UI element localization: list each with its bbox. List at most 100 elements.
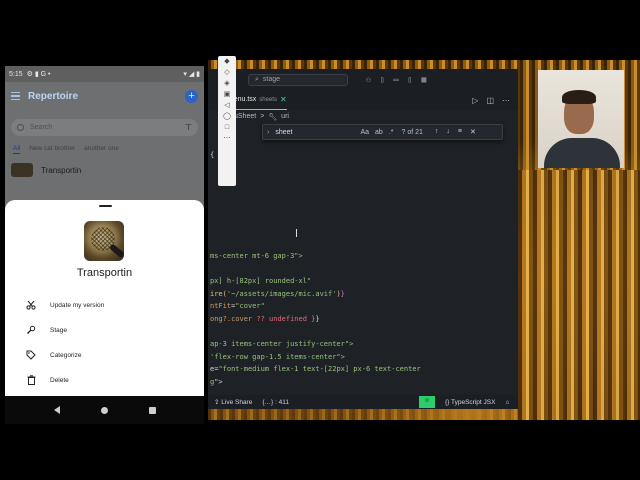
code-token: ntFit (210, 302, 232, 311)
status-time: 5:15 (9, 70, 23, 78)
search-placeholder: Search (30, 124, 53, 131)
code-token: px] h-[82px] rounded-xl" (210, 276, 312, 285)
more-icon[interactable]: ⋯ (223, 135, 231, 143)
code-line: 'flex-row gap-1.5 items-center"> (208, 351, 518, 364)
power-icon[interactable]: ◆ (223, 58, 231, 66)
chevron-right-icon[interactable]: › (267, 129, 269, 136)
code-token: "cover" (235, 302, 265, 311)
code-editor[interactable]: {ms-center mt-6 gap-3"> px] h-[82px] roun… (208, 149, 518, 409)
song-list-item[interactable]: Transportin (5, 154, 204, 177)
live-share-button[interactable]: ⇪ Live Share (214, 398, 252, 406)
run-icon[interactable]: ▷ (472, 96, 478, 105)
find-options: Aa ab .* (360, 129, 393, 136)
search-icon (17, 124, 24, 131)
camera-icon[interactable]: ▣ (223, 91, 231, 99)
webcam-overlay (538, 70, 624, 168)
search-input[interactable]: Search ⊤ (11, 119, 198, 136)
toggle-panel-icon[interactable]: ▭ (394, 75, 399, 84)
song-thumbnail (11, 163, 33, 177)
split-editor-icon[interactable]: ◫ (486, 96, 494, 105)
zoom-icon[interactable]: ⊕ (418, 396, 435, 408)
code-token: { (210, 151, 215, 159)
breadcrumb-item[interactable]: uri (281, 113, 289, 120)
language-mode[interactable]: {} TypeScript JSX (445, 399, 495, 406)
nav-back-button[interactable] (53, 406, 60, 414)
add-song-button[interactable]: + (185, 89, 198, 103)
bottom-sheet: Transportin Update my version Stage Cate… (5, 200, 204, 412)
home-icon[interactable]: ◯ (223, 113, 231, 121)
find-result-count: ? of 21 (401, 128, 423, 136)
nav-recents-button[interactable] (148, 406, 156, 414)
app-bar: Repertoire + (5, 82, 204, 110)
search-icon: ⌕ (255, 75, 259, 83)
breadcrumb-separator: > (260, 113, 265, 120)
toggle-sidebar-icon[interactable]: ▯ (380, 75, 385, 84)
song-cover-image (84, 221, 124, 261)
filter-tabs: All New cat brother another one (5, 136, 204, 154)
breadcrumb-item[interactable]: uSheet (234, 113, 256, 120)
menu-item-update-my-version[interactable]: Update my version (25, 298, 195, 312)
tab-folder: sheets (259, 96, 277, 103)
close-icon[interactable]: ✕ (280, 95, 287, 104)
code-token: ?? undefined (256, 314, 307, 323)
trash-icon (25, 374, 37, 386)
code-token: ap-3 items-center justify-center"> (210, 339, 354, 348)
filter-tab-new-cat-brother[interactable]: New cat brother (29, 145, 75, 154)
menu-item-label: Update my version (50, 301, 105, 309)
menu-item-categorize[interactable]: Categorize (25, 348, 195, 362)
toggle-secondary-sidebar-icon[interactable]: ▯ (407, 75, 412, 84)
menu-item-label: Categorize (50, 351, 82, 359)
volume-up-icon[interactable]: ◇ (223, 69, 231, 77)
arrow-up-icon[interactable]: ↑ (435, 128, 439, 136)
menu-item-stage[interactable]: Stage (25, 323, 195, 337)
android-emulator: 5:15 ⚙ ▮ G • ▾ ◢ ▮ Repertoire + Search ⊤… (5, 66, 204, 424)
arrow-down-icon[interactable]: ↓ (446, 128, 450, 136)
code-line: ap-3 items-center justify-center"> (208, 338, 518, 351)
more-actions-icon[interactable]: ⋯ (502, 96, 510, 105)
code-token: '~/assets/images/mic.avif' (226, 289, 337, 298)
find-widget: › sheet Aa ab .* ? of 21 ↑ ↓ ≡ ✕ (262, 124, 503, 140)
scissors-icon (25, 299, 37, 311)
wrench-icon: 🔧︎ (268, 113, 278, 121)
code-token: "> (214, 377, 223, 386)
volume-down-icon[interactable]: ◈ (223, 80, 231, 88)
code-line: ong?.cover ?? undefined }} (208, 313, 518, 326)
match-whole-word-toggle[interactable]: ab (375, 129, 383, 136)
microphone-icon (25, 324, 37, 336)
filter-tab-all[interactable]: All (13, 145, 21, 154)
menu-item-label: Stage (50, 326, 67, 334)
cursor-position[interactable]: {…} : 411 (262, 399, 289, 406)
nav-home-button[interactable] (100, 406, 108, 414)
text-cursor-icon (296, 229, 298, 237)
layout-icon[interactable]: ▦ (421, 75, 426, 84)
sort-icon[interactable]: ⊤ (185, 123, 192, 132)
code-line: ire('~/assets/images/mic.avif')} (208, 288, 518, 301)
close-icon[interactable]: ✕ (470, 128, 476, 136)
sheet-drag-handle[interactable] (99, 205, 112, 207)
command-center[interactable]: ⌕ stage (248, 73, 348, 86)
vscode-titlebar: ⌕ stage ⚇ ▯ ▭ ▯ ▦ (208, 69, 518, 90)
overview-icon[interactable]: □ (223, 124, 231, 132)
editor-actions: ▷ ◫ ⋯ (472, 96, 518, 105)
copilot-icon[interactable]: ⚇ (366, 75, 371, 84)
menu-item-delete[interactable]: Delete (25, 373, 195, 387)
emulator-toolbar: ◆ ◇ ◈ ▣ ◁ ◯ □ ⋯ (218, 56, 236, 186)
app-title: Repertoire (28, 90, 79, 102)
vscode-window: ⌕ stage ⚇ ▯ ▭ ▯ ▦ eMenu.tsx sheets ✕ ▷ ◫… (208, 69, 518, 409)
notifications-icon[interactable]: ⌂ (505, 399, 509, 406)
menu-item-label: Delete (50, 376, 69, 384)
find-in-selection-icon[interactable]: ≡ (458, 128, 462, 136)
menu-icon[interactable] (11, 92, 20, 100)
find-input[interactable]: sheet (275, 129, 292, 136)
regex-toggle[interactable]: .* (389, 129, 394, 136)
code-line: e="font-medium flex-1 text-[22px] px-6 t… (208, 363, 518, 376)
code-token: 'flex-row gap-1.5 items-center"> (210, 352, 345, 361)
back-icon[interactable]: ◁ (223, 102, 231, 110)
match-case-toggle[interactable]: Aa (360, 129, 369, 136)
filter-tab-another-one[interactable]: another one (84, 145, 119, 154)
song-title: Transportin (41, 165, 82, 175)
